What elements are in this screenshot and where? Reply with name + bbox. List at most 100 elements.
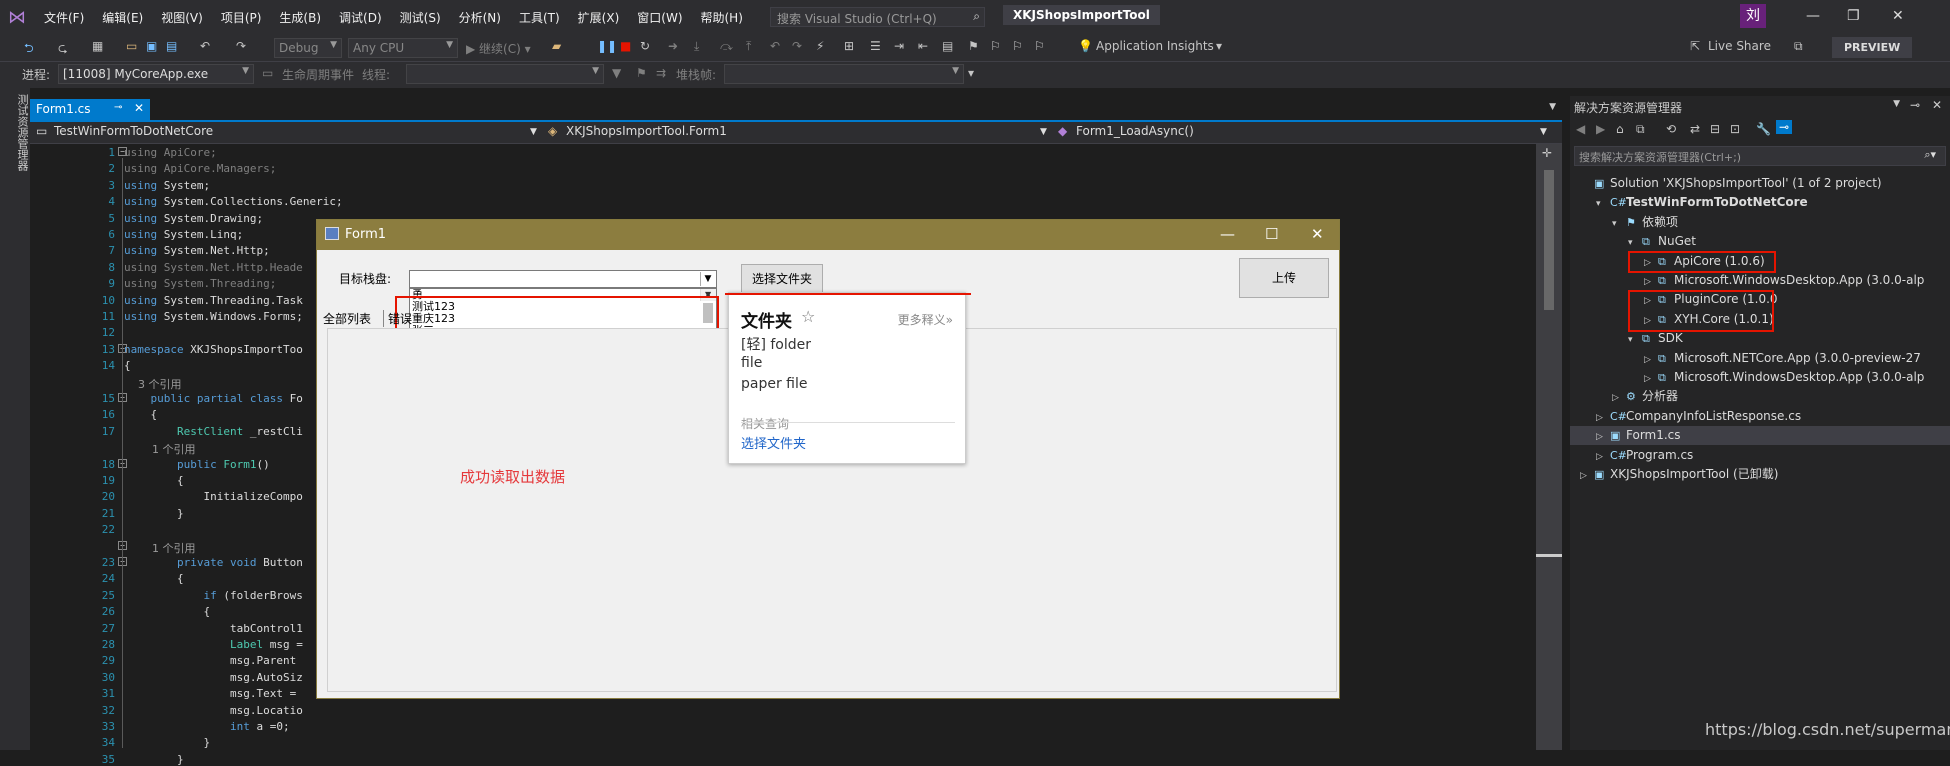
tab-form1-cs[interactable]: Form1.cs ⊸ ✕ — [30, 99, 150, 122]
solution-tree-node[interactable]: ▾ ⧉ SDK — [1628, 329, 1683, 348]
chevron-down-icon[interactable]: ▾ — [1216, 39, 1222, 53]
expand-icon[interactable]: ▷ — [1644, 351, 1658, 370]
member-dropdown[interactable]: Form1_LoadAsync() — [1076, 124, 1194, 138]
menu-item[interactable]: 文件(F) — [44, 9, 84, 26]
step-into-icon[interactable]: ⤓ — [694, 39, 699, 54]
solution-tree-node[interactable]: ▷ C#CompanyInfoListResponse.cs — [1596, 407, 1801, 426]
pin-icon[interactable]: ⊸ — [1910, 98, 1920, 112]
save-all-icon[interactable]: ▤ — [166, 39, 177, 53]
chevron-down-icon[interactable]: ▼ — [700, 272, 715, 286]
search-box[interactable]: 搜索 Visual Studio (Ctrl+Q) ⌕ — [770, 7, 985, 27]
back-icon[interactable]: ◀ — [1576, 122, 1585, 136]
menu-item[interactable]: 生成(B) — [279, 9, 321, 26]
indent-icon[interactable]: ⇥ — [894, 39, 904, 53]
flag-icon[interactable]: ⚑ — [636, 66, 647, 80]
minimize-icon[interactable]: — — [1806, 8, 1820, 24]
chevron-down-icon[interactable]: ▼ — [530, 127, 537, 137]
pending-changes-icon[interactable]: ⟲ — [1666, 122, 1676, 136]
chevron-down-icon[interactable]: ▼ — [1893, 99, 1900, 109]
outdent-icon[interactable]: ⇤ — [918, 39, 928, 53]
continue-button[interactable]: ▶ 继续(C) ▾ — [466, 40, 531, 57]
redo-icon[interactable]: ↷ — [236, 39, 246, 53]
tab-all-list[interactable]: 全部列表 — [323, 310, 371, 327]
stop-icon[interactable]: ■ — [620, 39, 631, 53]
navigate-forward-icon[interactable]: ⮎ — [58, 39, 68, 60]
chevron-down-icon[interactable]: ▼ — [1040, 127, 1047, 137]
star-icon[interactable]: ☆ — [801, 307, 815, 326]
maximize-icon[interactable]: ☐ — [1265, 225, 1278, 243]
class-dropdown[interactable]: XKJShopsImportTool.Form1 — [566, 124, 727, 138]
lifecycle-events-button[interactable]: 生命周期事件 — [282, 66, 354, 83]
collapse-all-icon[interactable]: ⊟ — [1710, 122, 1720, 136]
editor-scrollbar[interactable]: ✛ — [1536, 144, 1562, 750]
codelens-reference[interactable]: 1 个引用 — [124, 540, 196, 556]
new-project-icon[interactable]: ▦ — [92, 39, 103, 53]
menu-item[interactable]: 扩展(X) — [578, 9, 620, 26]
close-icon[interactable]: ✕ — [1892, 8, 1904, 24]
expand-icon[interactable]: ▷ — [1580, 467, 1594, 486]
restore-icon[interactable]: ❐ — [1847, 8, 1860, 24]
solution-tree-node[interactable]: ▷ ▣ Form1.cs — [1570, 426, 1950, 447]
pause-icon[interactable]: ❚❚ — [597, 39, 617, 53]
minimize-icon[interactable]: — — [1220, 225, 1235, 243]
switch-views-icon[interactable]: ⧉ — [1636, 122, 1645, 137]
menu-item[interactable]: 编辑(E) — [102, 9, 143, 26]
menu-item[interactable]: 窗口(W) — [637, 9, 682, 26]
next-bookmark-icon[interactable]: ⚐ — [1012, 39, 1023, 53]
format-icon[interactable]: ⊞ — [844, 39, 854, 53]
chevron-down-icon[interactable]: ▼ — [1540, 127, 1547, 137]
solution-search-input[interactable]: 搜索解决方案资源管理器(Ctrl+;) ⌕▾ — [1574, 146, 1946, 166]
related-query-link[interactable]: 选择文件夹 — [741, 433, 806, 452]
application-insights-button[interactable]: Application Insights — [1096, 39, 1214, 53]
user-avatar[interactable]: 刘 — [1740, 4, 1766, 28]
pick-element-icon[interactable]: ▰ — [552, 39, 561, 53]
solution-tree-node[interactable]: ▷ C#Program.cs — [1596, 446, 1693, 465]
menu-item[interactable]: 视图(V) — [161, 9, 203, 26]
show-next-statement-icon[interactable]: ➜ — [668, 39, 678, 53]
target-combobox[interactable]: ▼ — [409, 270, 717, 288]
expand-icon[interactable]: ▾ — [1628, 331, 1642, 350]
test-explorer-tab[interactable]: 测试资源管理器 — [0, 88, 30, 750]
undo-icon[interactable]: ↶ — [200, 39, 210, 53]
close-tab-icon[interactable]: ✕ — [134, 101, 144, 115]
solution-tree-node[interactable]: ▣ Solution 'XKJShopsImportTool' (1 of 2 p… — [1580, 174, 1882, 193]
home-icon[interactable]: ⌂ — [1616, 122, 1624, 136]
show-all-files-icon[interactable]: ⊡ — [1730, 122, 1740, 136]
expand-icon[interactable]: ▷ — [1644, 370, 1658, 389]
save-icon[interactable]: ▣ — [146, 39, 157, 53]
process-dropdown[interactable]: [11008] MyCoreApp.exe ▼ — [58, 64, 254, 84]
expand-icon[interactable]: ▷ — [1596, 428, 1610, 447]
prev-bookmark-icon[interactable]: ⚐ — [990, 39, 1001, 53]
thread-dropdown[interactable]: ▼ — [406, 64, 604, 84]
menu-item[interactable]: 帮助(H) — [701, 9, 743, 26]
solution-tree-node[interactable]: ▷ ▣ XKJShopsImportTool (已卸载) — [1580, 465, 1778, 484]
close-icon[interactable]: ✕ — [1311, 225, 1324, 243]
configuration-dropdown[interactable]: Debug ▼ — [274, 38, 342, 58]
menu-item[interactable]: 分析(N) — [459, 9, 501, 26]
restart-icon[interactable]: ↻ — [640, 39, 650, 53]
forward-icon[interactable]: ▶ — [1596, 122, 1605, 136]
navigate-back-icon[interactable]: ⮌ — [24, 39, 34, 60]
expand-icon[interactable]: ▷ — [1596, 448, 1610, 467]
menu-item[interactable]: 项目(P) — [221, 9, 262, 26]
solution-tree-node[interactable]: ▷ ⧉ Microsoft.NETCore.App (3.0.0-preview-2… — [1644, 349, 1921, 368]
tab-errors[interactable]: 错误 — [383, 310, 412, 327]
undo-debug-icon[interactable]: ↶ — [770, 39, 780, 53]
step-out-icon[interactable]: ⤒ — [746, 39, 751, 54]
search-icon[interactable]: ⌕▾ — [1924, 148, 1936, 162]
bookmark-icon[interactable]: ⚑ — [968, 39, 979, 53]
codelens-reference[interactable]: 1 个引用 — [124, 441, 196, 457]
preview-button[interactable]: PREVIEW — [1832, 37, 1913, 58]
upload-button[interactable]: 上传 — [1239, 258, 1329, 298]
clear-bookmarks-icon[interactable]: ⚐ — [1034, 39, 1045, 53]
menu-item[interactable]: 调试(D) — [339, 9, 382, 26]
expand-icon[interactable]: ▾ — [1612, 215, 1626, 234]
platform-dropdown[interactable]: Any CPU ▼ — [348, 38, 458, 58]
pin-icon[interactable]: ⊸ — [114, 102, 122, 113]
solution-tree-node[interactable]: ▾ ⧉ NuGet — [1628, 232, 1696, 251]
preview-selected-icon[interactable]: ⊸ — [1776, 120, 1793, 134]
collapse-icon[interactable]: − — [118, 147, 127, 156]
feedback-icon[interactable]: ⧉ — [1794, 39, 1803, 54]
solution-tree-node[interactable]: ▾ C#TestWinFormToDotNetCore — [1596, 193, 1808, 212]
solution-tree-node[interactable]: ▷ ⧉ Microsoft.WindowsDesktop.App (3.0.0-al… — [1644, 271, 1924, 290]
